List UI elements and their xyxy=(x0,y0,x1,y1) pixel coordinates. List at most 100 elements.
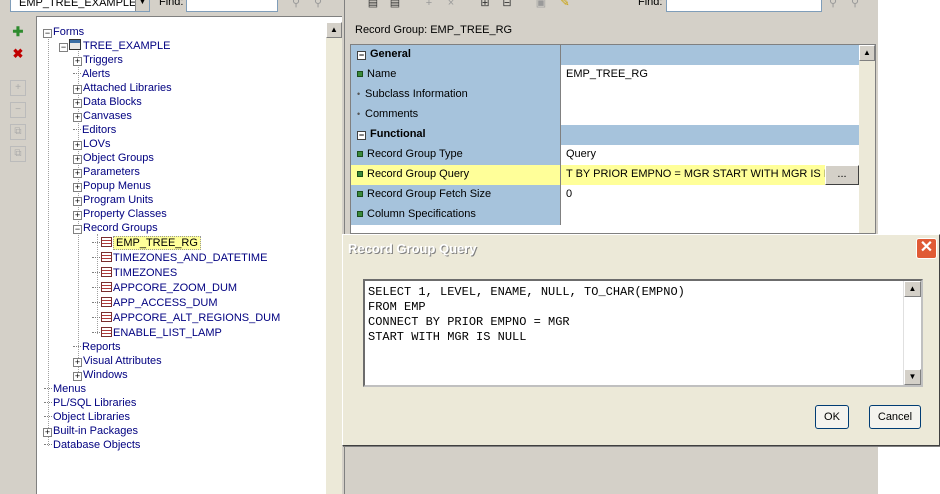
delete-icon[interactable]: ✖ xyxy=(10,46,26,62)
tree-node-triggers[interactable]: + Triggers xyxy=(73,53,123,67)
tree-node-record-group[interactable]: TIMEZONES_AND_DATETIME xyxy=(92,251,267,265)
property-row[interactable]: Record Group Type Query xyxy=(351,145,859,165)
tree-node-editors[interactable]: Editors xyxy=(73,123,116,137)
property-row[interactable]: Column Specifications xyxy=(351,205,859,225)
property-value[interactable]: EMP_TREE_RG xyxy=(561,65,859,85)
search-back-icon[interactable]: ⚲ xyxy=(847,0,863,10)
property-grid-scrollbar[interactable]: ▲ xyxy=(859,45,875,233)
inherit-icon[interactable]: ▣ xyxy=(533,0,549,10)
tree-node-parameters[interactable]: + Parameters xyxy=(73,165,140,179)
expand-icon[interactable]: + xyxy=(73,183,82,192)
search-back-icon[interactable]: ⚲ xyxy=(310,0,326,10)
query-text[interactable]: SELECT 1, LEVEL, ENAME, NULL, TO_CHAR(EM… xyxy=(368,285,685,345)
property-value[interactable] xyxy=(561,205,859,225)
tree-node-popup-menus[interactable]: + Popup Menus xyxy=(73,179,151,193)
tree-node-record-group[interactable]: APPCORE_ZOOM_DUM xyxy=(92,281,237,295)
navigator-find-input[interactable] xyxy=(186,0,278,12)
expand-icon[interactable]: + xyxy=(73,99,82,108)
close-icon[interactable]: ✕ xyxy=(916,238,937,259)
create-icon[interactable]: ✚ xyxy=(10,24,26,40)
lock-pin-icon[interactable]: ✎ xyxy=(557,0,573,10)
tree-node-record-group[interactable]: APPCORE_ALT_REGIONS_DUM xyxy=(92,311,280,325)
collapse-icon[interactable]: − xyxy=(10,102,26,118)
tree-node-program-units[interactable]: + Program Units xyxy=(73,193,153,207)
tree-node-attached-libraries[interactable]: + Attached Libraries xyxy=(73,81,172,95)
tree-node-record-group[interactable]: ENABLE_LIST_LAMP xyxy=(92,326,222,340)
collapse-icon[interactable]: − xyxy=(43,29,52,38)
tree-node-record-group[interactable]: TIMEZONES xyxy=(92,266,177,280)
tree-node-data-blocks[interactable]: + Data Blocks xyxy=(73,95,142,109)
collapse-icon[interactable]: − xyxy=(357,51,366,60)
combo-dropdown-button[interactable]: ▼ xyxy=(135,0,149,11)
tree-node-database-objects[interactable]: Database Objects xyxy=(44,438,140,452)
expand-icon[interactable]: + xyxy=(73,155,82,164)
tree-node-built-in-packages[interactable]: + Built-in Packages xyxy=(43,424,138,438)
tree-node-lovs[interactable]: + LOVs xyxy=(73,137,111,151)
delete-property-icon[interactable]: × xyxy=(443,0,459,10)
tree-node-record-group[interactable]: EMP_TREE_RG xyxy=(92,236,201,250)
property-value[interactable]: T BY PRIOR EMPNO = MGR START WITH MGR IS… xyxy=(561,165,825,185)
intersection-icon[interactable]: ⊞ xyxy=(477,0,493,10)
expand-icon[interactable]: + xyxy=(10,80,26,96)
property-row[interactable]: • Comments xyxy=(351,105,859,125)
tree-node-record-group[interactable]: APP_ACCESS_DUM xyxy=(92,296,218,310)
tree-node-reports[interactable]: Reports xyxy=(73,340,121,354)
tree-node-object-libraries[interactable]: Object Libraries xyxy=(44,410,130,424)
scroll-up-button[interactable]: ▲ xyxy=(904,281,921,297)
search-forward-icon[interactable]: ⚲ xyxy=(288,0,304,10)
expand-icon[interactable]: + xyxy=(43,428,52,437)
expand-icon[interactable]: + xyxy=(73,169,82,178)
tree-node-property-classes[interactable]: + Property Classes xyxy=(73,207,167,221)
collapse-icon[interactable]: − xyxy=(357,131,366,140)
property-row-selected[interactable]: Record Group Query T BY PRIOR EMPNO = MG… xyxy=(351,165,859,185)
dialog-title-bar[interactable]: Record Group Query ✕ xyxy=(343,235,939,263)
collapse-icon[interactable]: − xyxy=(59,43,68,52)
property-value[interactable]: Query xyxy=(561,145,859,165)
more-button[interactable]: ... xyxy=(825,165,859,185)
expand-icon[interactable]: + xyxy=(73,197,82,206)
collapse-icon[interactable]: − xyxy=(73,225,82,234)
ok-button[interactable]: OK xyxy=(815,405,849,429)
expand-icon[interactable]: + xyxy=(73,113,82,122)
section-functional[interactable]: − Functional xyxy=(351,125,859,145)
scroll-down-button[interactable]: ▼ xyxy=(904,369,921,385)
tree-node-forms[interactable]: − Forms xyxy=(43,25,84,39)
query-scrollbar[interactable]: ▲ ▼ xyxy=(903,281,921,385)
expand-icon[interactable]: + xyxy=(73,372,82,381)
navigator-scrollbar[interactable]: ▲ xyxy=(326,22,342,494)
tree-node-module[interactable]: − TREE_EXAMPLE xyxy=(59,39,170,53)
copy-properties-icon[interactable]: ▤ xyxy=(365,0,381,10)
expand-icon[interactable]: + xyxy=(73,358,82,367)
expand-icon[interactable]: + xyxy=(73,141,82,150)
palette-find-input[interactable] xyxy=(666,0,822,12)
query-textarea[interactable]: SELECT 1, LEVEL, ENAME, NULL, TO_CHAR(EM… xyxy=(363,279,923,387)
section-general[interactable]: − General xyxy=(351,45,859,65)
tree-node-menus[interactable]: Menus xyxy=(44,382,86,396)
property-value[interactable]: 0 xyxy=(561,185,859,205)
tree-node-object-groups[interactable]: + Object Groups xyxy=(73,151,154,165)
search-forward-icon[interactable]: ⚲ xyxy=(825,0,841,10)
tree-node-alerts[interactable]: Alerts xyxy=(73,67,110,81)
property-row[interactable]: Name EMP_TREE_RG xyxy=(351,65,859,85)
tree-node-windows[interactable]: + Windows xyxy=(73,368,128,382)
collapse-all-icon[interactable]: ⧉ xyxy=(10,146,26,162)
scroll-up-button[interactable]: ▲ xyxy=(326,22,342,38)
union-icon[interactable]: ⊟ xyxy=(499,0,515,10)
tree-node-canvases[interactable]: + Canvases xyxy=(73,109,132,123)
expand-icon[interactable]: + xyxy=(73,211,82,220)
property-row[interactable]: • Subclass Information xyxy=(351,85,859,105)
property-row[interactable]: Record Group Fetch Size 0 xyxy=(351,185,859,205)
tree-node-record-groups[interactable]: − Record Groups xyxy=(73,221,158,235)
expand-icon[interactable]: + xyxy=(73,57,82,66)
expand-icon[interactable]: + xyxy=(73,85,82,94)
paste-properties-icon[interactable]: ▤ xyxy=(387,0,403,10)
property-value[interactable] xyxy=(561,85,859,105)
property-value[interactable] xyxy=(561,105,859,125)
tree-node-visual-attributes[interactable]: + Visual Attributes xyxy=(73,354,162,368)
tree-node-plsql-libraries[interactable]: PL/SQL Libraries xyxy=(44,396,136,410)
expand-all-icon[interactable]: ⧉ xyxy=(10,124,26,140)
cancel-button[interactable]: Cancel xyxy=(869,405,921,429)
module-combo[interactable]: EMP_TREE_EXAMPLE ▼ xyxy=(10,0,150,12)
scroll-up-button[interactable]: ▲ xyxy=(859,45,875,61)
add-property-icon[interactable]: + xyxy=(421,0,437,10)
